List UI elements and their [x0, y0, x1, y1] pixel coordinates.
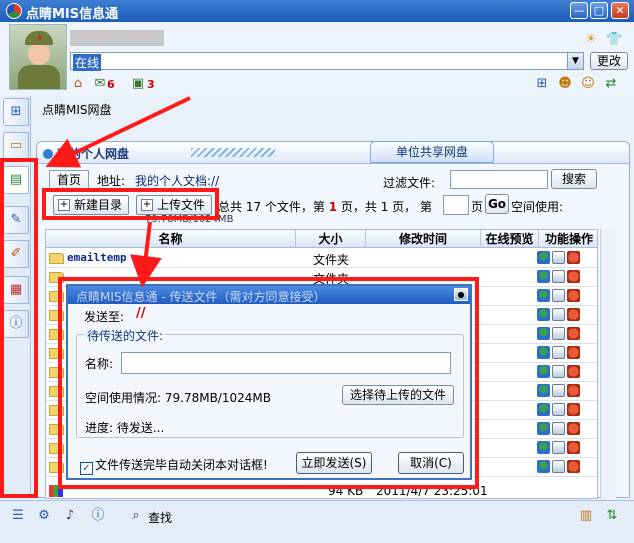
arrow-to-sidebar: [45, 96, 191, 168]
annotation-arrows: [45, 96, 191, 288]
arrow-to-dialog: [130, 221, 162, 288]
app-window: 点睛MIS信息通 — □ ✕ ★ ☀ 👕 在线 ▼ 更改 ⌂ ✉ 6 ▣ 3 ⊞…: [0, 0, 634, 543]
